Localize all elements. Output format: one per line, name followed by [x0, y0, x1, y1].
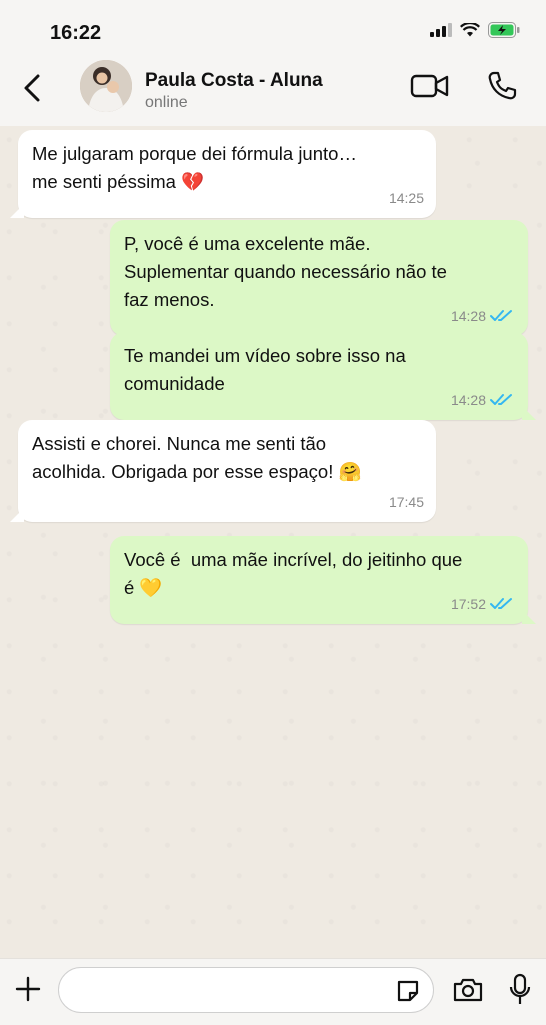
plus-icon[interactable]: [14, 975, 42, 1003]
message-meta: 17:52: [451, 590, 516, 618]
camera-icon[interactable]: [452, 977, 484, 1003]
message-time: 17:52: [450, 596, 486, 612]
back-chevron-icon[interactable]: [20, 70, 44, 106]
mic-icon[interactable]: [509, 973, 531, 1007]
message-text: Assisti e chorei. Nunca me senti tão aco…: [32, 433, 362, 482]
chat-area[interactable]: Me julgaram porque dei fórmula junto… me…: [0, 126, 546, 958]
message-time: 17:45: [388, 494, 424, 510]
signal-icon: [430, 23, 452, 37]
message-outgoing[interactable]: P, você é uma excelente mãe. Suplementar…: [110, 220, 528, 336]
status-bar: 16:22: [0, 0, 546, 56]
read-ticks-icon: [490, 393, 516, 407]
composer-bar: [0, 958, 546, 1025]
message-outgoing[interactable]: Você é uma mãe incrível, do jeitinho que…: [110, 536, 536, 624]
message-meta: 14:28: [451, 302, 516, 330]
avatar[interactable]: [80, 60, 132, 112]
message-time: 14:28: [450, 308, 486, 324]
message-time: 14:25: [388, 190, 424, 206]
battery-icon: [488, 22, 520, 38]
video-call-icon[interactable]: [410, 72, 450, 100]
message-outgoing[interactable]: Te mandei um vídeo sobre isso na comunid…: [110, 332, 536, 420]
sticker-icon[interactable]: [395, 978, 421, 1004]
message-time: 14:28: [450, 392, 486, 408]
message-meta: 14:28: [451, 386, 516, 414]
read-ticks-icon: [490, 597, 516, 611]
message-incoming[interactable]: Assisti e chorei. Nunca me senti tão aco…: [10, 420, 436, 522]
message-input[interactable]: [58, 967, 434, 1013]
wifi-icon: [460, 23, 480, 37]
chat-header: Paula Costa - Aluna online: [0, 56, 546, 127]
status-icons: [430, 22, 520, 38]
contact-name[interactable]: Paula Costa - Aluna: [145, 70, 323, 92]
status-time: 16:22: [50, 22, 102, 44]
message-meta: 17:45: [389, 488, 424, 516]
read-ticks-icon: [490, 309, 516, 323]
message-meta: 14:25: [389, 184, 424, 212]
message-text: Me julgaram porque dei fórmula junto… me…: [32, 143, 357, 192]
message-incoming[interactable]: Me julgaram porque dei fórmula junto… me…: [10, 130, 436, 218]
phone-icon[interactable]: [486, 70, 518, 102]
presence-status: online: [145, 94, 188, 111]
